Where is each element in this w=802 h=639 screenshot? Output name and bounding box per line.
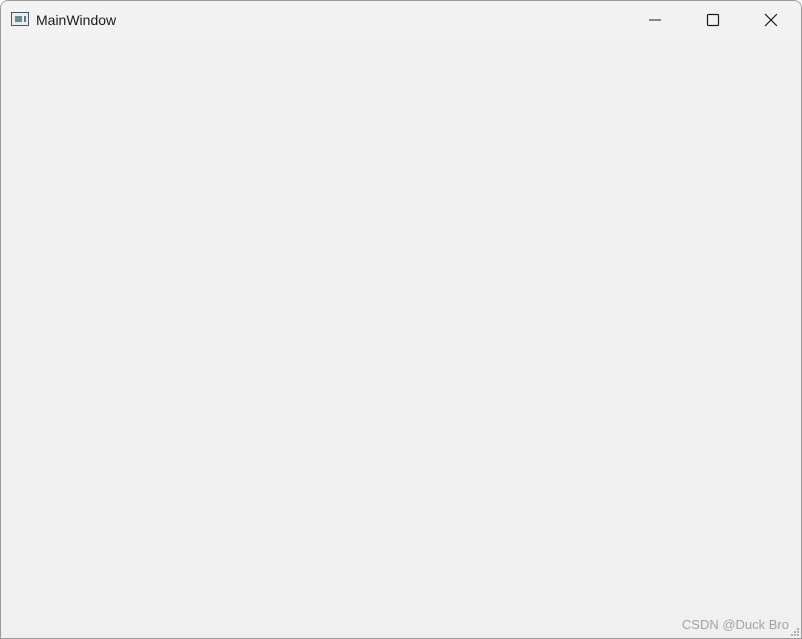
main-window: MainWindow CSDN @Duck Bro [0,0,802,639]
app-icon-mark [24,16,26,22]
title-bar[interactable]: MainWindow [1,1,801,39]
resize-grip-icon[interactable] [790,627,800,637]
close-button[interactable] [742,1,800,39]
app-window-icon[interactable] [11,12,29,26]
maximize-icon [706,13,720,27]
watermark-text: CSDN @Duck Bro [681,617,789,632]
window-title: MainWindow [36,12,117,28]
app-icon-pane [15,16,22,22]
minimize-button[interactable] [626,1,684,39]
minimize-icon [649,19,661,21]
maximize-button[interactable] [684,1,742,39]
client-area[interactable]: CSDN @Duck Bro [1,39,801,638]
close-icon [764,13,778,27]
